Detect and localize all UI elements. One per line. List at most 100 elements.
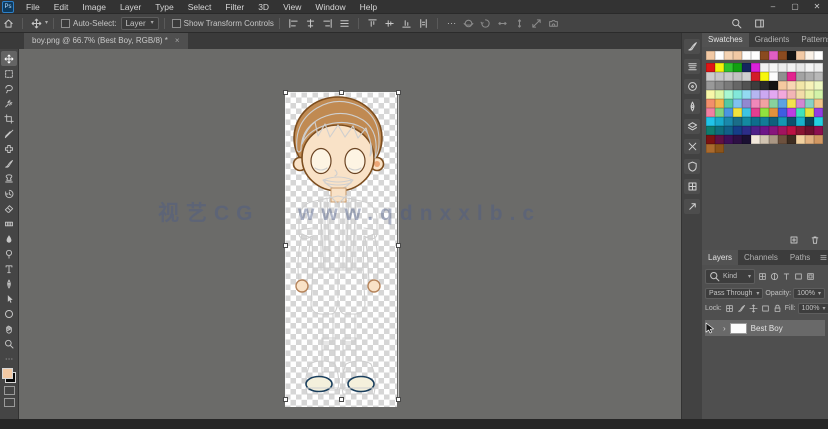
menu-item-image[interactable]: Image xyxy=(75,2,113,12)
color-swatch[interactable] xyxy=(724,81,733,90)
lasso-tool[interactable] xyxy=(1,81,17,96)
color-swatch[interactable] xyxy=(751,108,760,117)
type-filter[interactable] xyxy=(781,272,792,281)
tab-layers[interactable]: Layers xyxy=(702,250,739,265)
color-swatch[interactable] xyxy=(778,108,787,117)
color-swatch[interactable] xyxy=(742,63,751,72)
color-swatch[interactable] xyxy=(706,117,715,126)
roll-3d[interactable] xyxy=(477,18,494,29)
color-swatch[interactable] xyxy=(760,51,769,60)
color-swatch[interactable] xyxy=(787,72,796,81)
lock-all[interactable] xyxy=(772,304,783,313)
menu-item-layer[interactable]: Layer xyxy=(113,2,148,12)
fill-input[interactable]: 100% ▾ xyxy=(797,303,828,314)
slide-3d[interactable] xyxy=(511,18,528,29)
color-swatch[interactable] xyxy=(724,126,733,135)
character-panel[interactable] xyxy=(684,119,700,134)
restore-button[interactable]: ▢ xyxy=(784,2,806,11)
color-swatch[interactable] xyxy=(769,108,778,117)
dodge-tool[interactable] xyxy=(1,246,17,261)
color-swatch[interactable] xyxy=(814,99,823,108)
menu-item-view[interactable]: View xyxy=(276,2,308,12)
home-button[interactable] xyxy=(0,18,17,29)
color-swatch[interactable] xyxy=(742,126,751,135)
color-swatch[interactable] xyxy=(715,144,724,153)
color-swatch[interactable] xyxy=(706,99,715,108)
color-swatch[interactable] xyxy=(760,63,769,72)
lock-position[interactable] xyxy=(748,304,759,313)
color-swatch[interactable] xyxy=(805,81,814,90)
color-swatch[interactable] xyxy=(760,135,769,144)
color-swatch[interactable] xyxy=(814,108,823,117)
color-swatch[interactable] xyxy=(805,108,814,117)
new-swatch[interactable] xyxy=(786,235,802,245)
color-swatch[interactable] xyxy=(742,90,751,99)
color-swatch[interactable] xyxy=(787,99,796,108)
quick-selection-tool[interactable] xyxy=(1,96,17,111)
color-swatch[interactable] xyxy=(715,81,724,90)
color-swatch[interactable] xyxy=(778,99,787,108)
smart-filter[interactable] xyxy=(805,272,816,281)
brush-settings-panel[interactable] xyxy=(684,59,700,74)
color-swatch[interactable] xyxy=(724,51,733,60)
color-swatch[interactable] xyxy=(814,117,823,126)
pen-tool[interactable] xyxy=(1,276,17,291)
color-swatch[interactable] xyxy=(706,63,715,72)
color-swatch[interactable] xyxy=(814,63,823,72)
clone-source-panel[interactable] xyxy=(684,79,700,94)
brush-tool[interactable] xyxy=(1,156,17,171)
align-center-h[interactable] xyxy=(302,18,319,29)
color-swatch[interactable] xyxy=(715,63,724,72)
lock-transparent[interactable] xyxy=(724,304,735,313)
color-swatch[interactable] xyxy=(769,51,778,60)
menu-item-type[interactable]: Type xyxy=(148,2,180,12)
menu-item-edit[interactable]: Edit xyxy=(47,2,76,12)
color-swatch[interactable] xyxy=(805,135,814,144)
dist-top[interactable] xyxy=(364,18,381,29)
menu-item-3d[interactable]: 3D xyxy=(251,2,276,12)
color-swatch[interactable] xyxy=(742,72,751,81)
panel-menu-button[interactable] xyxy=(816,250,828,265)
shape-tool[interactable] xyxy=(1,306,17,321)
color-swatch[interactable] xyxy=(778,135,787,144)
document-tab[interactable]: boy.png @ 66.7% (Best Boy, RGB/8) * × xyxy=(24,32,188,49)
color-swatch[interactable] xyxy=(787,90,796,99)
color-swatch[interactable] xyxy=(715,108,724,117)
adjustment-filter[interactable] xyxy=(769,272,780,281)
color-swatch[interactable] xyxy=(733,72,742,81)
color-swatch[interactable] xyxy=(796,72,805,81)
color-swatch[interactable] xyxy=(724,135,733,144)
tab-swatches[interactable]: Swatches xyxy=(702,32,749,47)
color-swatch[interactable] xyxy=(814,81,823,90)
color-swatch[interactable] xyxy=(760,108,769,117)
color-swatch[interactable] xyxy=(778,126,787,135)
orbit-3d[interactable] xyxy=(460,18,477,29)
color-swatch[interactable] xyxy=(733,117,742,126)
layer-filter-dropdown[interactable]: Kind ▾ xyxy=(705,269,755,284)
color-swatch[interactable] xyxy=(805,99,814,108)
color-swatch[interactable] xyxy=(787,135,796,144)
pixel-filter[interactable] xyxy=(757,272,768,281)
color-swatch[interactable] xyxy=(760,117,769,126)
tab-paths[interactable]: Paths xyxy=(784,250,816,265)
color-swatch[interactable] xyxy=(814,90,823,99)
healing-brush-tool[interactable] xyxy=(1,141,17,156)
auto-select-checkbox[interactable] xyxy=(61,18,71,28)
clone-stamp-tool[interactable] xyxy=(1,171,17,186)
info-panel[interactable] xyxy=(684,179,700,194)
color-swatch[interactable] xyxy=(760,72,769,81)
align-lines[interactable] xyxy=(336,18,353,29)
tool-preset-button[interactable] xyxy=(28,18,45,29)
color-swatch[interactable] xyxy=(796,63,805,72)
eyedropper-tool[interactable] xyxy=(1,126,17,141)
color-swatch[interactable] xyxy=(778,117,787,126)
color-swatch[interactable] xyxy=(805,63,814,72)
auto-select-dropdown[interactable]: Layer ▾ xyxy=(120,16,159,30)
path-selection-tool[interactable] xyxy=(1,291,17,306)
color-swatch[interactable] xyxy=(796,126,805,135)
color-swatch[interactable] xyxy=(805,72,814,81)
color-swatch[interactable] xyxy=(724,90,733,99)
color-swatch[interactable] xyxy=(733,81,742,90)
color-swatch[interactable] xyxy=(742,99,751,108)
delete-swatch[interactable] xyxy=(807,235,823,245)
